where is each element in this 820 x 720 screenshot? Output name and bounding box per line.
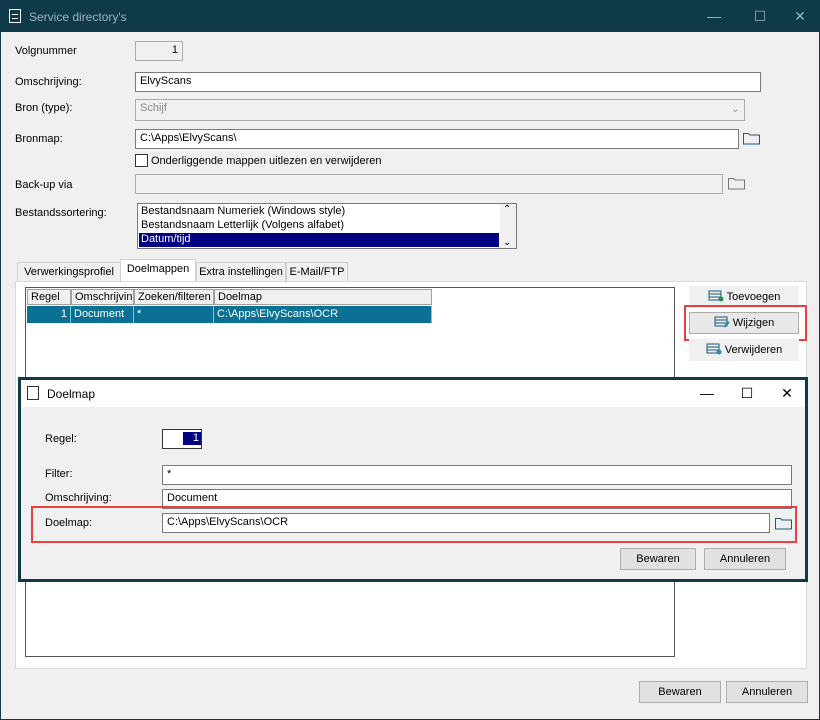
title-bar: Service directory's — ☐ ✕ xyxy=(1,1,819,32)
volgnummer-field: 1 xyxy=(135,41,183,61)
delete-button-label: Verwijderen xyxy=(724,344,783,356)
dialog-save-button[interactable]: Bewaren xyxy=(620,548,696,570)
dialog-filter-input[interactable]: * xyxy=(162,465,792,485)
tab-extra-instellingen[interactable]: Extra instellingen xyxy=(196,262,286,282)
subfolders-label: Onderliggende mappen uitlezen en verwijd… xyxy=(151,155,382,167)
chevron-down-icon[interactable]: ⌄ xyxy=(503,237,511,248)
sort-option[interactable]: Bestandsnaam Letterlijk (Volgens alfabet… xyxy=(139,219,499,233)
sort-label: Bestandssortering: xyxy=(15,207,107,219)
chevron-down-icon: ⌄ xyxy=(730,103,740,115)
bronmap-input[interactable]: C:\Apps\ElvyScans\ xyxy=(135,129,739,149)
grid-cell[interactable]: Document xyxy=(71,306,134,323)
dialog-omschrijving-label: Omschrijving: xyxy=(45,492,112,504)
backup-folder-icon[interactable] xyxy=(728,177,745,190)
dialog-title-bar: Doelmap — ☐ ✕ xyxy=(21,380,805,407)
dialog-maximize-icon[interactable]: ☐ xyxy=(727,380,767,407)
grid-header[interactable]: Zoeken/filteren xyxy=(134,289,214,305)
dialog-app-icon xyxy=(27,386,39,400)
dialog-minimize-icon[interactable]: — xyxy=(687,380,727,407)
close-icon[interactable]: ✕ xyxy=(777,1,820,32)
dialog-regel-value: 1 xyxy=(183,432,201,445)
grid-header[interactable]: Regel xyxy=(27,289,71,305)
tab-doelmappen[interactable]: Doelmappen xyxy=(120,259,196,282)
sort-scrollbar[interactable]: ⌃ ⌄ xyxy=(500,204,516,248)
tab-email-ftp[interactable]: E-Mail/FTP xyxy=(286,262,348,282)
service-directory-window: Service directory's — ☐ ✕ Volgnummer 1 O… xyxy=(0,0,820,720)
sort-listbox[interactable]: Bestandsnaam Numeriek (Windows style) Be… xyxy=(137,203,517,249)
subfolders-checkbox[interactable] xyxy=(135,154,148,167)
grid-cell[interactable]: C:\Apps\ElvyScans\OCR xyxy=(214,306,432,323)
dialog-title: Doelmap xyxy=(47,387,96,401)
add-icon xyxy=(708,290,724,302)
sort-option[interactable]: Bestandsnaam Numeriek (Windows style) xyxy=(139,205,499,219)
grid-cell[interactable]: 1 xyxy=(27,306,71,323)
app-icon xyxy=(9,9,21,23)
bron-select[interactable]: Schijf ⌄ xyxy=(135,99,745,121)
window-title: Service directory's xyxy=(29,10,127,24)
dialog-body: Regel: 1 Filter: * Omschrijving: Documen… xyxy=(21,407,805,579)
backup-label: Back-up via xyxy=(15,179,73,191)
delete-button[interactable]: Verwijderen xyxy=(689,339,799,361)
cancel-button[interactable]: Annuleren xyxy=(726,681,808,703)
edit-highlight xyxy=(684,305,807,341)
dialog-cancel-button[interactable]: Annuleren xyxy=(704,548,786,570)
bronmap-folder-icon[interactable] xyxy=(743,132,760,145)
chevron-up-icon[interactable]: ⌃ xyxy=(503,204,511,215)
grid-header[interactable]: Omschrijvin xyxy=(71,289,134,305)
dialog-close-icon[interactable]: ✕ xyxy=(767,380,807,407)
bronmap-label: Bronmap: xyxy=(15,133,63,145)
bron-value: Schijf xyxy=(140,102,167,114)
grid-header[interactable]: Doelmap xyxy=(214,289,432,305)
sort-option-selected[interactable]: Datum/tijd xyxy=(139,233,499,247)
add-button-label: Toevoegen xyxy=(726,291,781,303)
delete-icon xyxy=(706,343,722,355)
grid-cell[interactable]: * xyxy=(134,306,214,323)
backup-input xyxy=(135,174,723,194)
doelmap-highlight xyxy=(31,506,797,543)
doelmap-dialog: Doelmap — ☐ ✕ Regel: 1 Filter: * Omschri… xyxy=(18,377,808,582)
volgnummer-label: Volgnummer xyxy=(15,45,77,57)
dialog-filter-label: Filter: xyxy=(45,468,73,480)
omschrijving-label: Omschrijving: xyxy=(15,76,82,88)
dialog-regel-label: Regel: xyxy=(45,433,77,445)
minimize-icon[interactable]: — xyxy=(691,1,737,32)
dialog-regel-input[interactable]: 1 xyxy=(162,429,202,449)
omschrijving-input[interactable]: ElvyScans xyxy=(135,72,761,92)
tab-verwerkingsprofiel[interactable]: Verwerkingsprofiel xyxy=(17,262,121,282)
save-button[interactable]: Bewaren xyxy=(639,681,721,703)
bron-label: Bron (type): xyxy=(15,102,73,114)
